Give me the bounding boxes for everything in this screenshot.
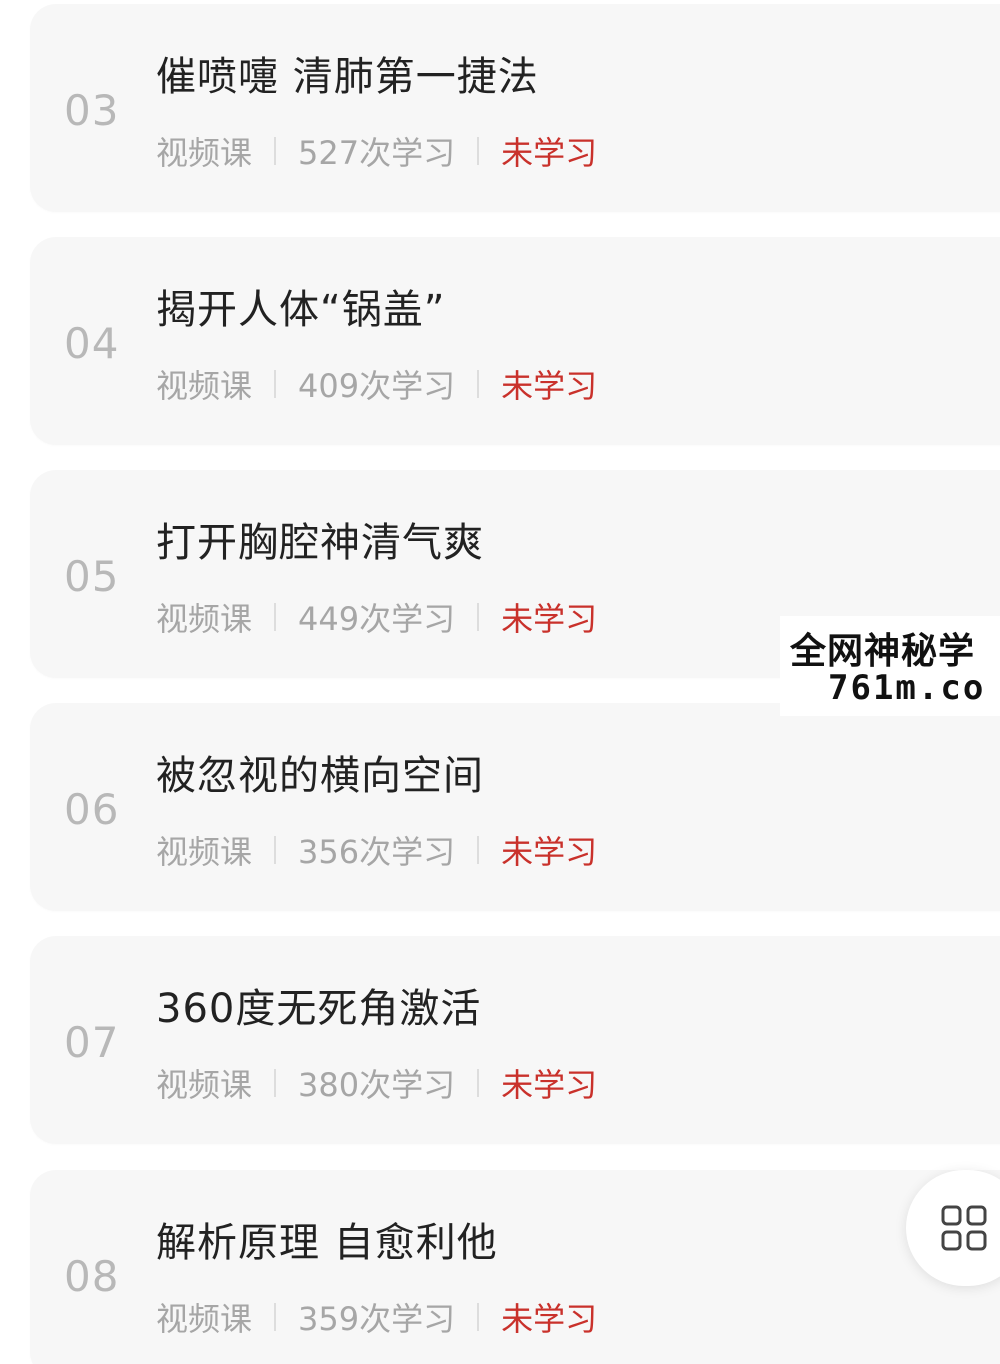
lesson-number: 06 — [64, 785, 120, 834]
meta-separator — [274, 137, 277, 165]
meta-separator — [477, 137, 480, 165]
meta-separator — [274, 1069, 277, 1097]
lesson-card[interactable]: 04 揭开人体“锅盖” 视频课 409次学习 未学习 — [30, 237, 1000, 445]
lesson-page: 03 催喷嚏 清肺第一捷法 视频课 527次学习 未学习 04 揭开人体“锅盖”… — [0, 0, 1000, 1364]
lesson-title: 解析原理 自愈利他 — [156, 1220, 498, 1266]
lesson-views: 380次学习 — [298, 1066, 456, 1104]
lesson-meta: 视频课 356次学习 未学习 — [156, 827, 597, 873]
lesson-title: 被忽视的横向空间 — [156, 753, 484, 799]
meta-separator — [274, 603, 277, 631]
lesson-type: 视频课 — [156, 1300, 253, 1338]
lesson-number: 03 — [64, 86, 120, 135]
watermark-url: 761m.co — [828, 668, 986, 708]
lesson-type: 视频课 — [156, 367, 253, 405]
meta-separator — [274, 1303, 277, 1331]
meta-separator — [477, 836, 480, 864]
meta-separator — [274, 836, 277, 864]
lesson-card[interactable]: 08 解析原理 自愈利他 视频课 359次学习 未学习 — [30, 1170, 1000, 1364]
watermark-text: 全网神秘学 — [790, 631, 976, 672]
lesson-status: 未学习 — [501, 1066, 598, 1104]
lesson-card[interactable]: 07 360度无死角激活 视频课 380次学习 未学习 — [30, 936, 1000, 1144]
lesson-type: 视频课 — [156, 833, 253, 871]
lesson-status: 未学习 — [501, 134, 598, 172]
meta-separator — [477, 370, 480, 398]
lesson-status: 未学习 — [501, 1300, 598, 1338]
lesson-number: 04 — [64, 319, 120, 368]
lesson-meta: 视频课 449次学习 未学习 — [156, 594, 597, 640]
meta-separator — [274, 370, 277, 398]
lesson-views: 449次学习 — [298, 600, 456, 638]
lesson-type: 视频课 — [156, 134, 253, 172]
lesson-views: 527次学习 — [298, 134, 456, 172]
lesson-meta: 视频课 380次学习 未学习 — [156, 1060, 597, 1106]
lesson-number: 08 — [64, 1252, 120, 1301]
lesson-card[interactable]: 06 被忽视的横向空间 视频课 356次学习 未学习 — [30, 703, 1000, 911]
lesson-title: 揭开人体“锅盖” — [156, 287, 446, 333]
meta-separator — [477, 1069, 480, 1097]
lesson-title: 催喷嚏 清肺第一捷法 — [156, 54, 539, 100]
lesson-status: 未学习 — [501, 367, 598, 405]
lesson-number: 05 — [64, 552, 120, 601]
lesson-status: 未学习 — [501, 600, 598, 638]
lesson-meta: 视频课 359次学习 未学习 — [156, 1294, 597, 1340]
lesson-type: 视频课 — [156, 1066, 253, 1104]
lesson-type: 视频课 — [156, 600, 253, 638]
lesson-views: 409次学习 — [298, 367, 456, 405]
meta-separator — [477, 1303, 480, 1331]
lesson-views: 359次学习 — [298, 1300, 456, 1338]
lesson-title: 打开胸腔神清气爽 — [156, 520, 484, 566]
grid-icon — [941, 1205, 987, 1251]
lesson-meta: 视频课 527次学习 未学习 — [156, 128, 597, 174]
meta-separator — [477, 603, 480, 631]
lesson-status: 未学习 — [501, 833, 598, 871]
lesson-views: 356次学习 — [298, 833, 456, 871]
lesson-number: 07 — [64, 1018, 120, 1067]
lesson-card[interactable]: 03 催喷嚏 清肺第一捷法 视频课 527次学习 未学习 — [30, 4, 1000, 212]
watermark-badge: 全网神秘学 761m.co — [780, 616, 1000, 716]
lesson-title: 360度无死角激活 — [156, 986, 482, 1032]
lesson-meta: 视频课 409次学习 未学习 — [156, 361, 597, 407]
